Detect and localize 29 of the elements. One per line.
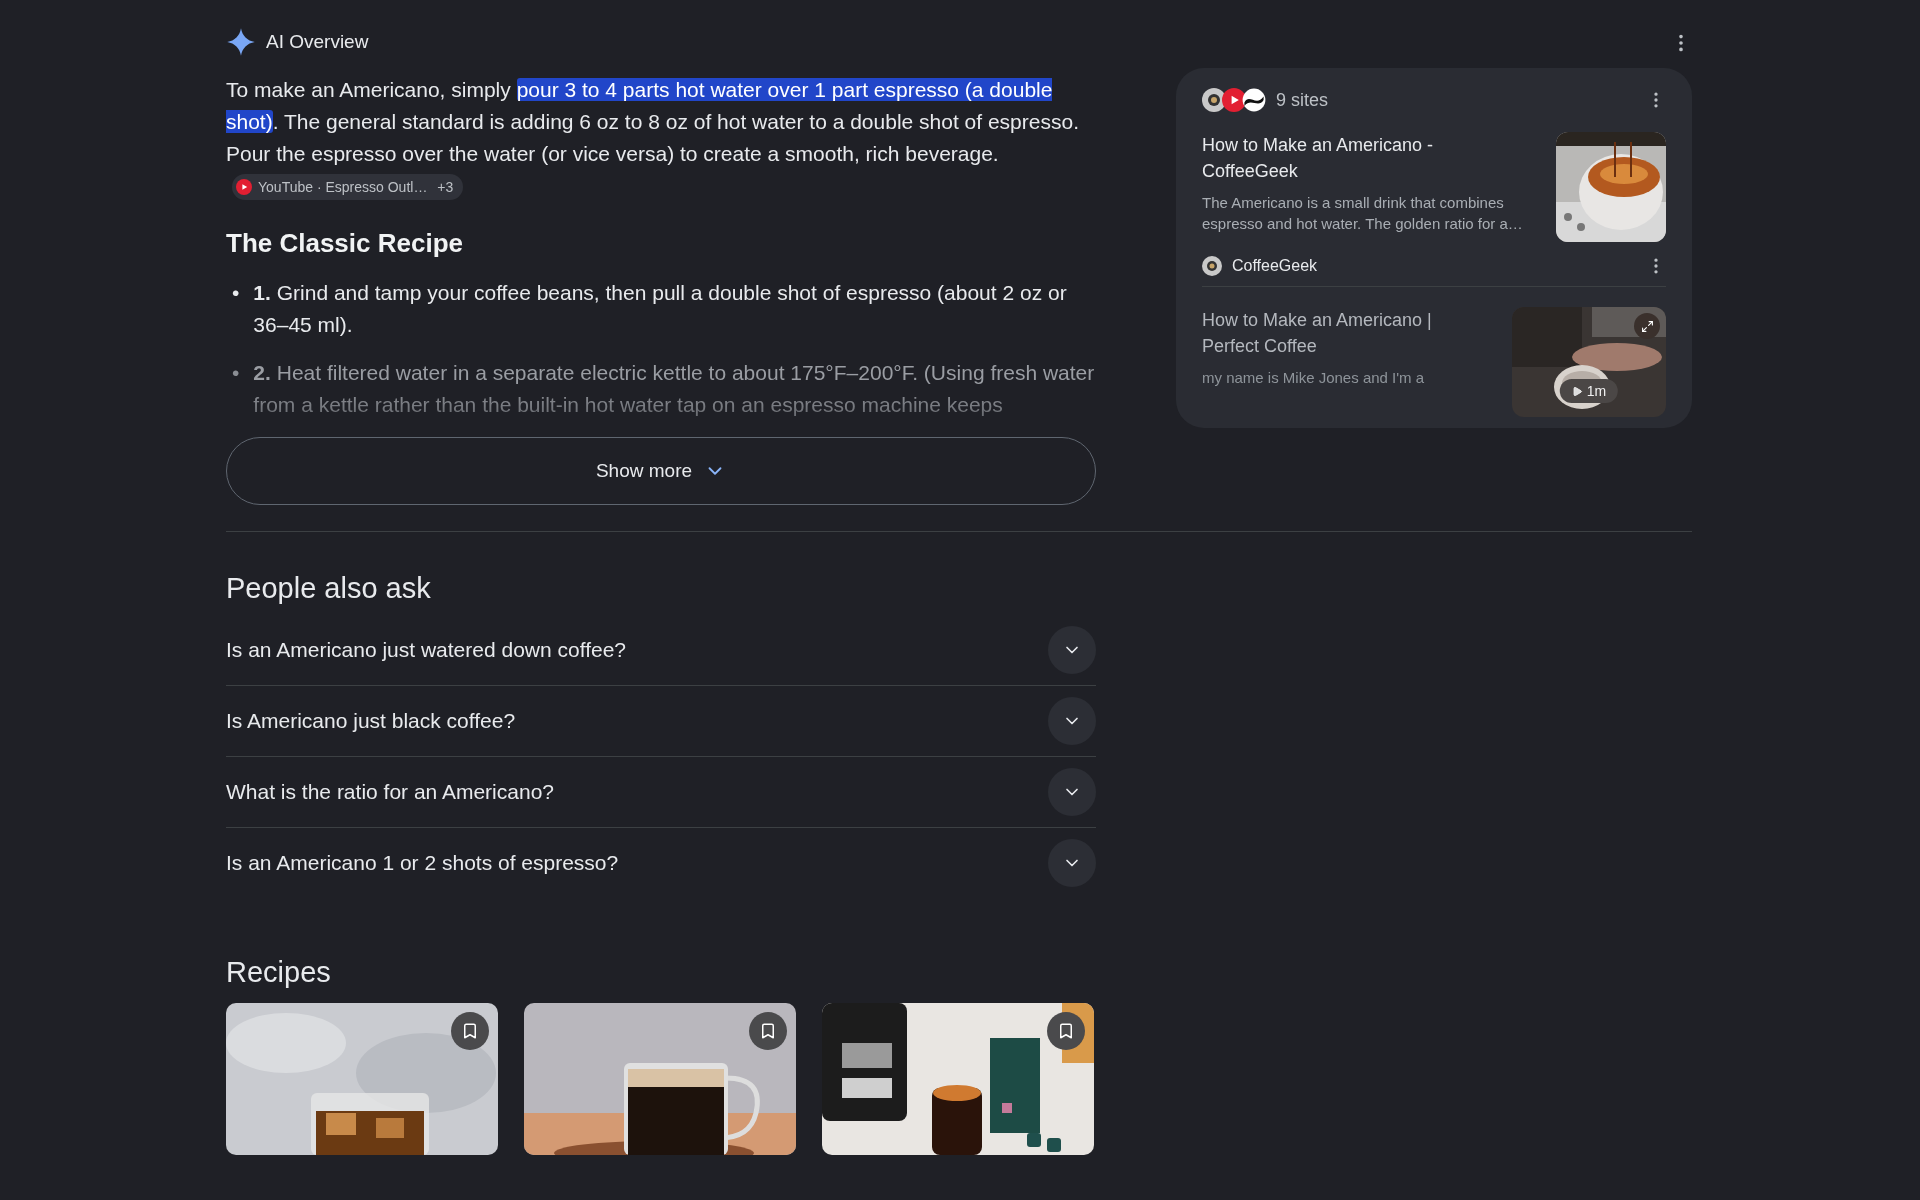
section-heading: The Classic Recipe [226, 228, 464, 259]
overview-title: AI Overview [266, 31, 369, 53]
citation-chip[interactable]: YouTube · Espresso Outl… +3 [232, 174, 464, 201]
recipe-step: 2. Heat filtered water in a separate electric kettle to about 175°F–200°F. (Using fresh water from a kettle rather than the built-in hot water tap on an espresso machine keeps [253, 357, 1096, 421]
overview-paragraph: To make an Americano, simply pour 3 to 4 parts hot water over 1 part espresso (a double shot). The general standard is adding 6 oz to 8 oz of hot water to a double shot of espresso. Pour the espresso over the water (or vice versa) to create a smooth, rich beverage. YouTube · Espresso Outl… +3 [226, 74, 1096, 202]
recipe-step: 1. Grind and tamp your coffee beans, then pull a double shot of espresso (about 2 oz or 36–45 ml). [253, 277, 1096, 341]
bullet: • [232, 360, 240, 386]
sites-count[interactable]: 9 sites [1276, 89, 1329, 111]
play-logo-icon [236, 179, 252, 196]
site-name[interactable]: CoffeeGeek [1232, 257, 1318, 275]
sparkle-icon [226, 27, 256, 57]
section-heading: People also ask [226, 572, 432, 605]
question-text[interactable]: Is an Americano 1 or 2 shots of espresso? [226, 851, 619, 875]
question-text[interactable]: Is Americano just black coffee? [226, 709, 516, 733]
wave-logo-icon [1242, 88, 1266, 112]
source-snippet: The Americano is a small drink that combines espresso and hot water. The golden ratio for a… [1202, 193, 1524, 234]
bookmark-icon [1057, 1022, 1075, 1040]
bullet: • [232, 280, 240, 306]
source-snippet: my name is Mike Jones and I'm a [1202, 368, 1426, 388]
play-logo-icon [1222, 88, 1246, 112]
bookmark-icon [461, 1022, 479, 1040]
question-text[interactable]: What is the ratio for an Americano? [226, 780, 554, 804]
section-heading: Recipes [226, 956, 332, 989]
duration-badge: 1m [1559, 379, 1619, 403]
cup-logo-icon [1202, 256, 1222, 276]
question-text[interactable]: Is an Americano just watered down coffee? [226, 638, 626, 662]
bookmark-icon [759, 1022, 777, 1040]
source-title[interactable]: How to Make an Americano | Perfect Coffee [1202, 307, 1452, 359]
source-title[interactable]: How to Make an Americano - CoffeeGeek [1202, 132, 1452, 184]
